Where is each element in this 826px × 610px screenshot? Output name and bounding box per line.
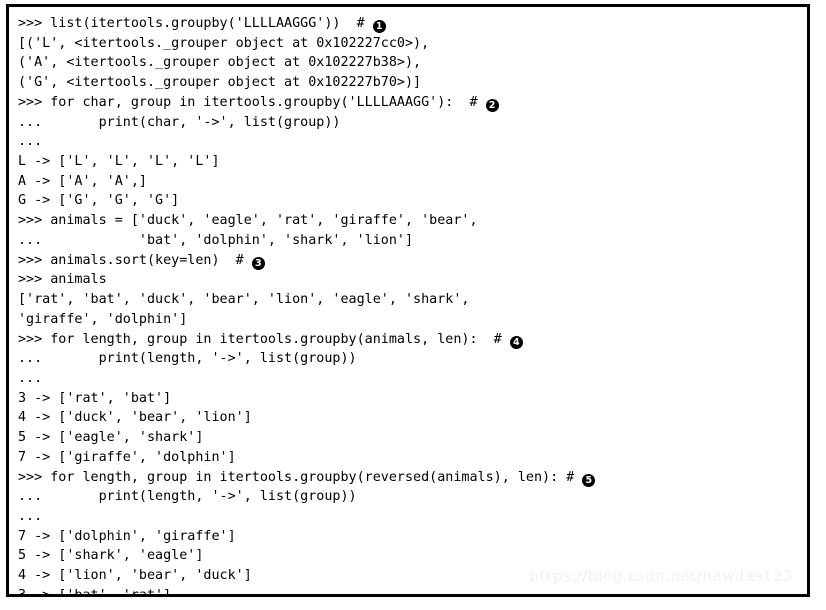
code-line: L -> ['L', 'L', 'L', 'L'] [18,152,807,172]
code-line: ... print(length, '->', list(group)) [18,349,807,369]
code-line-text: 3 -> ['bat', 'rat'] [18,587,172,597]
code-line: ... [18,369,807,389]
code-line: 5 -> ['eagle', 'shark'] [18,428,807,448]
code-line-text: 4 -> ['lion', 'bear', 'duck'] [18,568,252,584]
code-line-text: L -> ['L', 'L', 'L', 'L'] [18,154,220,170]
code-line-text: ... print(char, '->', list(group)) [18,114,341,130]
code-line: ... [18,507,807,527]
callout-marker-icon: 4 [509,335,523,349]
code-line-text: ... [18,508,43,524]
code-line: >>> animals [18,270,807,290]
code-line-text: >>> for length, group in itertools.group… [18,469,583,485]
code-line-text: 'giraffe', 'dolphin'] [18,311,188,327]
code-line-text: >>> list(itertools.groupby('LLLLAAGGG'))… [18,16,373,31]
code-line: 3 -> ['bat', 'rat'] [18,586,807,597]
code-line: [('L', <itertools._grouper object at 0x1… [18,34,807,54]
code-line: A -> ['A', 'A',] [18,172,807,192]
code-line-text: ... [18,370,43,386]
code-line: 7 -> ['dolphin', 'giraffe'] [18,527,807,547]
python-console-frame: >>> list(itertools.groupby('LLLLAAGGG'))… [6,4,810,597]
code-listing: >>> list(itertools.groupby('LLLLAAGGG'))… [18,14,807,597]
code-line-text: 7 -> ['dolphin', 'giraffe'] [18,528,236,544]
code-line: 'giraffe', 'dolphin'] [18,310,807,330]
code-line-text: >>> animals [18,272,107,288]
code-line-text: 7 -> ['giraffe', 'dolphin'] [18,449,236,465]
code-line-text: ['rat', 'bat', 'duck', 'bear', 'lion', '… [18,292,470,308]
code-line-text: >>> for length, group in itertools.group… [18,331,510,347]
code-line-text: ... print(length, '->', list(group)) [18,489,357,505]
code-line-text: [('L', <itertools._grouper object at 0x1… [18,35,430,51]
code-line: ('G', <itertools._grouper object at 0x10… [18,73,807,93]
code-line: ... [18,132,807,152]
code-line-text: >>> for char, group in itertools.groupby… [18,94,486,110]
code-line-text: ('A', <itertools._grouper object at 0x10… [18,55,422,71]
callout-marker-icon: 2 [485,98,499,112]
code-line: >>> list(itertools.groupby('LLLLAAGGG'))… [18,14,807,34]
code-line: >>> animals.sort(key=len) # 3 [18,251,807,271]
code-line-text: G -> ['G', 'G', 'G'] [18,193,180,209]
code-line-text: >>> animals.sort(key=len) # [18,252,252,268]
code-line: ... 'bat', 'dolphin', 'shark', 'lion'] [18,231,807,251]
code-line-text: 4 -> ['duck', 'bear', 'lion'] [18,410,252,426]
watermark-text: https://blog.csdn.net/newdas123 [529,567,793,585]
code-line-text: 5 -> ['eagle', 'shark'] [18,430,204,446]
code-line-text: ... [18,134,43,150]
callout-marker-icon: 3 [251,256,265,270]
code-line-text: ... 'bat', 'dolphin', 'shark', 'lion'] [18,232,414,248]
code-line: ... print(length, '->', list(group)) [18,487,807,507]
code-line-text: 3 -> ['rat', 'bat'] [18,390,172,406]
code-line: ['rat', 'bat', 'duck', 'bear', 'lion', '… [18,290,807,310]
callout-marker-icon: 5 [582,473,596,487]
code-line: >>> for length, group in itertools.group… [18,330,807,350]
code-line: 5 -> ['shark', 'eagle'] [18,546,807,566]
code-line: 3 -> ['rat', 'bat'] [18,389,807,409]
code-line: ... print(char, '->', list(group)) [18,113,807,133]
code-line: G -> ['G', 'G', 'G'] [18,191,807,211]
code-line-text: ('G', <itertools._grouper object at 0x10… [18,75,422,91]
code-line: >>> for length, group in itertools.group… [18,468,807,488]
code-line: 4 -> ['duck', 'bear', 'lion'] [18,408,807,428]
code-line-text: ... print(length, '->', list(group)) [18,351,357,367]
code-line-text: 5 -> ['shark', 'eagle'] [18,548,204,564]
code-line: ('A', <itertools._grouper object at 0x10… [18,53,807,73]
code-line: >>> animals = ['duck', 'eagle', 'rat', '… [18,211,807,231]
callout-marker-icon: 1 [372,20,386,33]
code-line-text: A -> ['A', 'A',] [18,173,147,189]
code-line: >>> for char, group in itertools.groupby… [18,93,807,113]
code-line-text: >>> animals = ['duck', 'eagle', 'rat', '… [18,213,478,229]
code-line: 7 -> ['giraffe', 'dolphin'] [18,448,807,468]
